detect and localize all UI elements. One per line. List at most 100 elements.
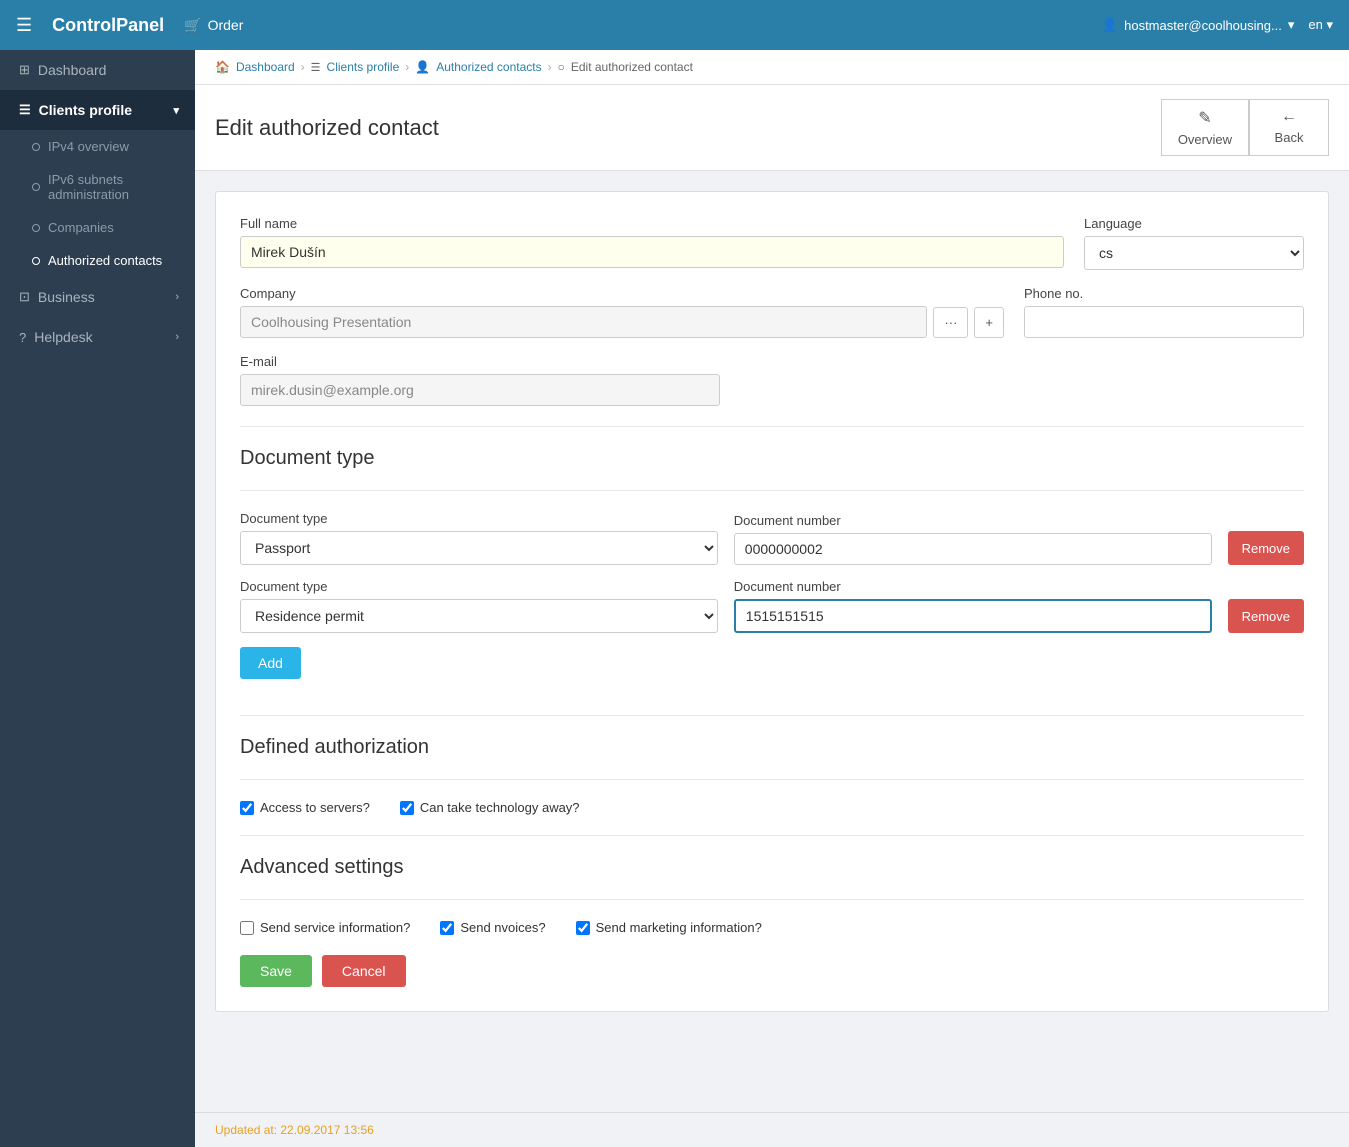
send-invoices-label: Send nvoices?	[460, 920, 545, 935]
doc1-number-input[interactable]	[734, 533, 1212, 565]
take-tech-checkbox-item[interactable]: Can take technology away?	[400, 800, 580, 815]
section-divider-3	[240, 715, 1304, 716]
doc2-remove-button[interactable]: Remove	[1228, 599, 1304, 633]
company-input[interactable]	[240, 306, 927, 338]
footer: Updated at: 22.09.2017 13:56	[195, 1112, 1349, 1147]
send-service-checkbox[interactable]	[240, 921, 254, 935]
send-marketing-checkbox[interactable]	[576, 921, 590, 935]
company-plus-button[interactable]: +	[974, 307, 1004, 338]
take-tech-checkbox[interactable]	[400, 801, 414, 815]
email-group: E-mail	[240, 354, 720, 406]
access-servers-label: Access to servers?	[260, 800, 370, 815]
send-service-label: Send service information?	[260, 920, 410, 935]
doc1-number-label: Document number	[734, 513, 1212, 528]
section-divider-6	[240, 899, 1304, 900]
breadcrumb-authorized-contacts-link[interactable]: Authorized contacts	[436, 60, 541, 74]
email-input[interactable]	[240, 374, 720, 406]
company-input-row: ··· +	[240, 306, 1004, 338]
sidebar: ⊞ Dashboard ☰ Clients profile ▾ IPv4 ove…	[0, 50, 195, 1147]
back-button[interactable]: ← Back	[1249, 99, 1329, 156]
overview-button[interactable]: ✎ Overview	[1161, 99, 1249, 156]
sidebar-item-business[interactable]: ⊡ Business ›	[0, 277, 195, 317]
document-row-1: Document type Passport ID card Residence…	[240, 511, 1304, 565]
company-label: Company	[240, 286, 1004, 301]
helpdesk-icon: ?	[19, 330, 26, 345]
sidebar-item-clients-profile[interactable]: ☰ Clients profile ▾	[0, 90, 195, 130]
dashboard-icon: ⊞	[19, 62, 30, 78]
page-title: Edit authorized contact	[215, 115, 439, 141]
clients-profile-icon: ☰	[19, 102, 31, 118]
doc2-type-label: Document type	[240, 579, 718, 594]
breadcrumb-clients-profile-icon: ☰	[311, 61, 321, 74]
user-chevron-icon: ▾	[1288, 17, 1295, 33]
doc2-number-group: Document number	[734, 579, 1212, 633]
send-marketing-checkbox-item[interactable]: Send marketing information?	[576, 920, 762, 935]
breadcrumb-sep-2: ›	[405, 60, 409, 74]
companies-dot-icon	[32, 224, 40, 232]
sidebar-item-ipv6-subnets[interactable]: IPv6 subnets administration	[0, 163, 195, 211]
form-card: Full name Language cs en de sk	[215, 191, 1329, 1012]
main-content: Full name Language cs en de sk	[195, 171, 1349, 1112]
cart-icon: 🛒	[184, 17, 201, 34]
page-actions: ✎ Overview ← Back	[1161, 99, 1329, 156]
lang-chevron-icon: ▾	[1326, 17, 1333, 32]
breadcrumb-edit-icon: ○	[558, 60, 565, 74]
send-invoices-checkbox-item[interactable]: Send nvoices?	[440, 920, 545, 935]
doc1-type-group: Document type Passport ID card Residence…	[240, 511, 718, 565]
breadcrumb-sep-3: ›	[548, 60, 552, 74]
language-select[interactable]: cs en de sk	[1084, 236, 1304, 270]
footer-updated-label: Updated at: 22.09.2017 13:56	[215, 1123, 374, 1137]
authorization-section-title: Defined authorization	[240, 736, 1304, 759]
phone-label: Phone no.	[1024, 286, 1304, 301]
cancel-button[interactable]: Cancel	[322, 955, 406, 987]
breadcrumb-authorized-contacts-icon: 👤	[415, 60, 430, 74]
doc1-type-select[interactable]: Passport ID card Residence permit Drivin…	[240, 531, 718, 565]
sidebar-item-dashboard[interactable]: ⊞ Dashboard	[0, 50, 195, 90]
full-name-group: Full name	[240, 216, 1064, 270]
section-divider-4	[240, 779, 1304, 780]
doc1-type-label: Document type	[240, 511, 718, 526]
doc2-type-group: Document type Passport ID card Residence…	[240, 579, 718, 633]
company-group: Company ··· +	[240, 286, 1004, 338]
overview-icon: ✎	[1198, 108, 1211, 128]
breadcrumb-sep-1: ›	[301, 60, 305, 74]
take-tech-label: Can take technology away?	[420, 800, 580, 815]
helpdesk-chevron-icon: ›	[175, 331, 179, 343]
email-label: E-mail	[240, 354, 720, 369]
advanced-section-title: Advanced settings	[240, 856, 1304, 879]
sidebar-item-companies[interactable]: Companies	[0, 211, 195, 244]
company-dots-button[interactable]: ···	[933, 307, 968, 338]
bottom-actions: Save Cancel	[240, 955, 1304, 987]
doc2-type-select[interactable]: Passport ID card Residence permit Drivin…	[240, 599, 718, 633]
sidebar-item-authorized-contacts[interactable]: Authorized contacts	[0, 244, 195, 277]
phone-input[interactable]	[1024, 306, 1304, 338]
full-name-label: Full name	[240, 216, 1064, 231]
menu-icon[interactable]: ☰	[16, 15, 32, 36]
save-button[interactable]: Save	[240, 955, 312, 987]
add-document-button[interactable]: Add	[240, 647, 301, 679]
authorization-checkboxes: Access to servers? Can take technology a…	[240, 800, 1304, 815]
breadcrumb-edit-label: Edit authorized contact	[571, 60, 693, 74]
breadcrumb-dashboard-icon: 🏠	[215, 60, 230, 74]
breadcrumb-dashboard-link[interactable]: Dashboard	[236, 60, 295, 74]
full-name-language-row: Full name Language cs en de sk	[240, 216, 1304, 270]
phone-group: Phone no.	[1024, 286, 1304, 338]
advanced-checkboxes: Send service information? Send nvoices? …	[240, 920, 1304, 935]
sidebar-item-ipv4-overview[interactable]: IPv4 overview	[0, 130, 195, 163]
breadcrumb-clients-profile-link[interactable]: Clients profile	[327, 60, 400, 74]
back-icon: ←	[1281, 108, 1297, 126]
language-group: Language cs en de sk	[1084, 216, 1304, 270]
ipv6-dot-icon	[32, 183, 40, 191]
send-invoices-checkbox[interactable]	[440, 921, 454, 935]
send-service-checkbox-item[interactable]: Send service information?	[240, 920, 410, 935]
top-navigation: ☰ ControlPanel 🛒 Order 👤 hostmaster@cool…	[0, 0, 1349, 50]
user-menu[interactable]: 👤 hostmaster@coolhousing... ▾	[1102, 17, 1294, 33]
order-button[interactable]: 🛒 Order	[184, 17, 243, 34]
access-servers-checkbox[interactable]	[240, 801, 254, 815]
doc1-remove-button[interactable]: Remove	[1228, 531, 1304, 565]
full-name-input[interactable]	[240, 236, 1064, 268]
language-selector[interactable]: en ▾	[1308, 17, 1333, 33]
access-servers-checkbox-item[interactable]: Access to servers?	[240, 800, 370, 815]
sidebar-item-helpdesk[interactable]: ? Helpdesk ›	[0, 317, 195, 357]
doc2-number-input[interactable]	[734, 599, 1212, 633]
